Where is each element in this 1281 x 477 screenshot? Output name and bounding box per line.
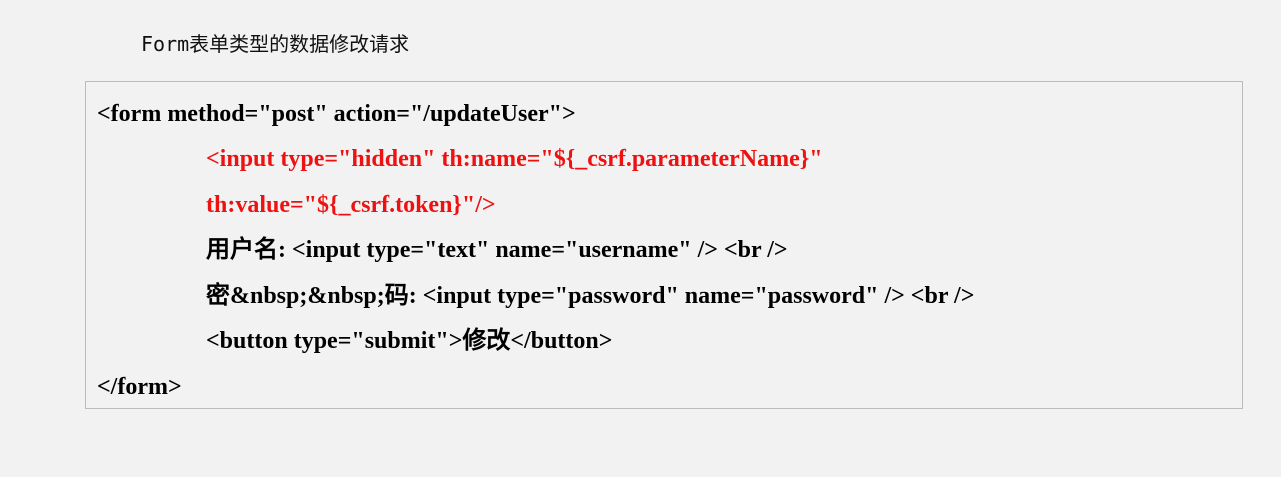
section-heading: Form表单类型的数据修改请求 <box>141 32 410 56</box>
code-line-submit-button: <button type="submit">修改</button> <box>206 328 613 354</box>
code-line-csrf-value: th:value="${_csrf.token}"/> <box>206 192 496 218</box>
code-block: <form method="post" action="/updateUser"… <box>85 81 1243 409</box>
code-line-form-close: </form> <box>97 374 182 400</box>
code-line-password: 密&nbsp;&nbsp;码: <input type="password" n… <box>206 283 975 309</box>
code-line-username: 用户名: <input type="text" name="username" … <box>206 237 788 263</box>
code-line-csrf-input: <input type="hidden" th:name="${_csrf.pa… <box>206 146 823 172</box>
code-line-form-open: <form method="post" action="/updateUser"… <box>97 101 576 127</box>
